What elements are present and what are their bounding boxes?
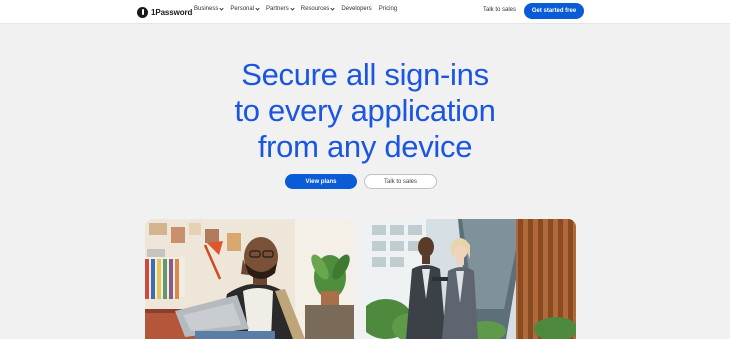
man-with-laptop-photo xyxy=(145,219,354,339)
hero-line-1: Secure all sign-ins xyxy=(241,57,489,92)
nav-item-pricing[interactable]: Pricing xyxy=(379,6,397,12)
view-plans-button[interactable]: View plans xyxy=(285,174,357,189)
business-people-walking-photo xyxy=(366,219,576,339)
business-people-walking-illustration xyxy=(366,219,576,339)
nav-item-label: Business xyxy=(194,6,219,12)
chevron-down-icon xyxy=(290,5,295,11)
nav-item-resources[interactable]: Resources xyxy=(300,5,336,12)
hero-line-3: from any device xyxy=(257,129,473,164)
nav-item-label: Developers xyxy=(341,6,372,12)
top-navigation-bar: 1Password Business Personal Partners Res… xyxy=(0,0,730,24)
talk-to-sales-link[interactable]: Talk to sales xyxy=(483,7,516,13)
chevron-down-icon xyxy=(255,5,260,11)
nav-item-label: Partners xyxy=(266,6,289,12)
hero-headline: Secure all sign-ins to every application… xyxy=(0,57,730,165)
talk-to-sales-button[interactable]: Talk to sales xyxy=(364,174,437,189)
nav-item-label: Pricing xyxy=(378,6,398,12)
nav-item-business[interactable]: Business xyxy=(194,5,224,12)
chevron-down-icon xyxy=(219,5,224,11)
nav-item-label: Personal xyxy=(230,6,255,12)
hero-line-2: to every application xyxy=(234,93,496,128)
brand-logo[interactable]: 1Password xyxy=(137,5,192,19)
get-started-free-button[interactable]: Get started free xyxy=(524,3,584,19)
brand-name: 1Password xyxy=(151,7,193,17)
nav-item-developers[interactable]: Developers xyxy=(341,6,371,12)
chevron-down-icon xyxy=(330,5,336,11)
main-menu: Business Personal Partners Resources Dev… xyxy=(194,5,404,12)
1password-logo-icon xyxy=(137,6,148,18)
nav-item-label: Resources xyxy=(300,6,330,12)
nav-item-partners[interactable]: Partners xyxy=(266,5,295,12)
man-with-laptop-illustration xyxy=(145,219,354,339)
nav-item-personal[interactable]: Personal xyxy=(230,5,260,12)
